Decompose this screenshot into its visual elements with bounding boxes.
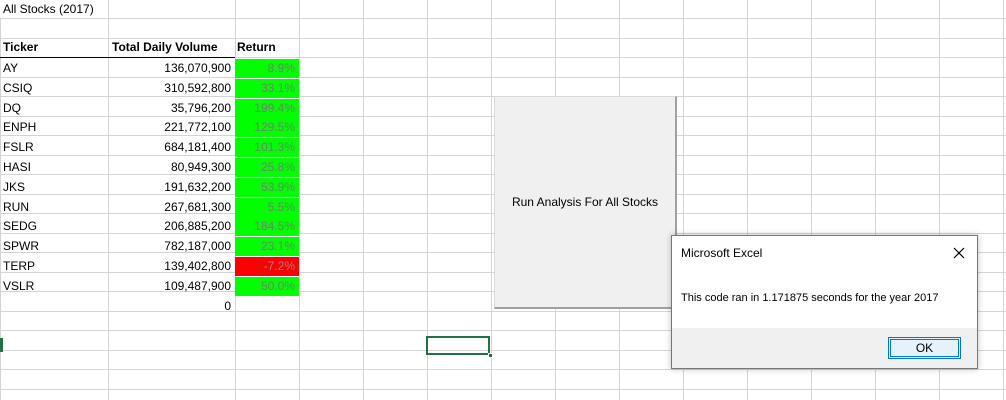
grid-column-line — [299, 0, 300, 400]
message-dialog: Microsoft Excel This code ran in 1.17187… — [671, 235, 978, 369]
ticker-cell[interactable]: JKS — [0, 178, 108, 197]
return-cell[interactable]: 53.9% — [235, 177, 299, 197]
ticker-cell[interactable]: VSLR — [0, 277, 108, 296]
return-cell[interactable]: 25.8% — [235, 158, 299, 177]
volume-cell[interactable]: 35,796,200 — [108, 99, 235, 118]
grid-column-line — [491, 0, 492, 400]
return-cell[interactable]: 8.9% — [235, 59, 299, 78]
ticker-cell[interactable]: CSIQ — [0, 79, 108, 98]
return-cell[interactable]: 101.3% — [235, 138, 299, 158]
ticker-cell[interactable]: ENPH — [0, 118, 108, 137]
return-cell[interactable]: 199.4% — [235, 98, 299, 118]
ticker-cell[interactable]: AY — [0, 59, 108, 78]
return-cell[interactable]: 50.0% — [235, 276, 299, 296]
volume-cell[interactable]: 80,949,300 — [108, 158, 235, 177]
header-ticker[interactable]: Ticker — [0, 38, 108, 57]
header-volume[interactable]: Total Daily Volume — [108, 38, 238, 57]
header-return[interactable]: Return — [235, 38, 299, 57]
return-cell[interactable]: 184.5% — [235, 217, 299, 237]
volume-cell[interactable]: 206,885,200 — [108, 217, 235, 236]
volume-cell[interactable]: 684,181,400 — [108, 138, 235, 157]
return-cell[interactable]: 33.1% — [235, 78, 299, 98]
ticker-cell[interactable]: SEDG — [0, 217, 108, 236]
return-cell[interactable]: -7.2% — [235, 257, 299, 276]
run-analysis-button[interactable]: Run Analysis For All Stocks — [494, 96, 677, 309]
ticker-cell[interactable]: TERP — [0, 257, 108, 276]
grid-row-line — [0, 369, 1006, 370]
volume-cell[interactable]: 310,592,800 — [108, 79, 235, 98]
volume-cell[interactable]: 109,487,900 — [108, 277, 235, 296]
dialog-title: Microsoft Excel — [681, 246, 763, 260]
volume-cell[interactable]: 136,070,900 — [108, 59, 235, 78]
grid-row-line — [0, 18, 1006, 19]
dialog-footer: OK — [672, 328, 977, 368]
return-cell[interactable]: 23.1% — [235, 237, 299, 257]
return-cell[interactable]: 129.5% — [235, 118, 299, 138]
volume-cell[interactable]: 191,632,200 — [108, 178, 235, 197]
ticker-cell[interactable]: SPWR — [0, 237, 108, 256]
fill-handle[interactable] — [488, 353, 493, 358]
return-cell[interactable]: 5.5% — [235, 197, 299, 217]
dialog-message: This code ran in 1.171875 seconds for th… — [681, 292, 939, 304]
dialog-body: This code ran in 1.171875 seconds for th… — [672, 272, 977, 328]
grid-column-line — [1003, 0, 1004, 400]
ticker-cell[interactable]: HASI — [0, 158, 108, 177]
grid-column-line — [363, 0, 364, 400]
volume-cell[interactable]: 782,187,000 — [108, 237, 235, 256]
header-underline — [0, 57, 235, 58]
active-row-marker — [0, 338, 3, 352]
close-icon[interactable] — [949, 243, 969, 263]
volume-cell[interactable]: 267,681,300 — [108, 198, 235, 217]
ticker-cell[interactable]: DQ — [0, 99, 108, 118]
ticker-cell[interactable]: RUN — [0, 198, 108, 217]
volume-cell[interactable]: 139,402,800 — [108, 257, 235, 276]
sheet-title[interactable]: All Stocks (2017) — [0, 0, 130, 19]
ticker-cell[interactable]: FSLR — [0, 138, 108, 157]
selected-cell[interactable] — [426, 336, 490, 355]
volume-cell[interactable]: 221,772,100 — [108, 118, 235, 137]
grid-row-line — [0, 389, 1006, 390]
extra-volume-cell[interactable]: 0 — [108, 297, 235, 316]
run-analysis-label: Run Analysis For All Stocks — [511, 195, 659, 209]
ok-button[interactable]: OK — [888, 337, 961, 359]
ok-label: OK — [915, 341, 934, 355]
